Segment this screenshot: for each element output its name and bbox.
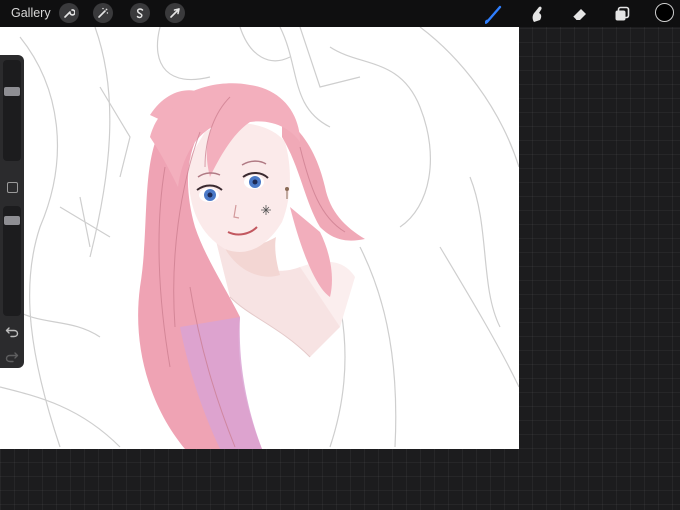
brush-icon[interactable]: [483, 3, 505, 25]
left-sidebar: [0, 55, 24, 368]
modify-button[interactable]: [7, 182, 18, 193]
artwork: [0, 27, 519, 449]
wrench-icon[interactable]: [59, 3, 79, 23]
redo-button[interactable]: [5, 350, 19, 364]
smudge-icon[interactable]: [526, 3, 548, 25]
gallery-button[interactable]: Gallery: [11, 6, 51, 20]
layers-icon[interactable]: [611, 3, 633, 25]
brush-size-thumb[interactable]: [4, 86, 20, 96]
opacity-slider[interactable]: [3, 206, 21, 316]
drawing-canvas[interactable]: [0, 27, 519, 449]
transform-icon[interactable]: [165, 3, 185, 23]
brush-size-slider[interactable]: [3, 60, 21, 161]
top-toolbar: Gallery: [0, 0, 680, 27]
undo-button[interactable]: [5, 325, 19, 339]
selection-icon[interactable]: [130, 3, 150, 23]
magic-wand-icon[interactable]: [93, 3, 113, 23]
color-picker-button[interactable]: [655, 3, 674, 22]
opacity-thumb[interactable]: [4, 215, 20, 225]
eraser-icon[interactable]: [569, 3, 591, 25]
